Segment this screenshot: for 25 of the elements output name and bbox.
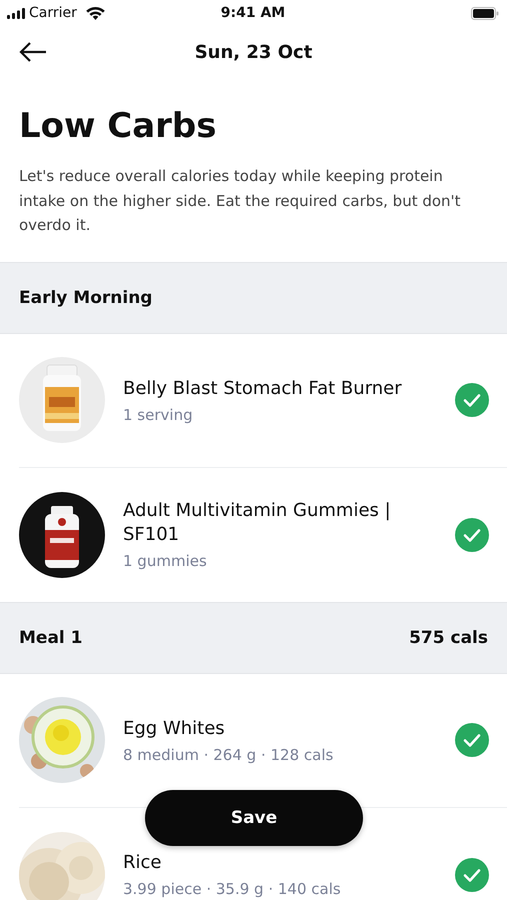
section-calories: 575 cals xyxy=(409,628,488,648)
item-details: 1 serving xyxy=(123,406,193,424)
carrier-name: Carrier xyxy=(29,5,77,21)
checkmark-icon[interactable] xyxy=(455,858,489,892)
battery-icon xyxy=(471,6,499,20)
plan-title: Low Carbs xyxy=(19,106,218,146)
section-title: Meal 1 xyxy=(19,628,82,648)
save-button[interactable]: Save xyxy=(145,790,363,846)
item-name: Adult Multivitamin Gummies | SF101 xyxy=(123,499,392,547)
item-details: 3.99 piece · 35.9 g · 140 cals xyxy=(123,880,341,898)
item-details: 1 gummies xyxy=(123,552,207,570)
plan-description: Let's reduce overall calories today while keeping protein intake on the higher side. Eat the required carbs, but don't overdo it. xyxy=(19,166,462,236)
item-details: 8 medium · 264 g · 128 cals xyxy=(123,746,334,764)
item-name: Rice xyxy=(123,851,162,875)
section-title: Early Morning xyxy=(19,288,152,308)
item-name: Belly Blast Stomach Fat Burner xyxy=(123,376,402,400)
signal-icon xyxy=(7,8,25,18)
wifi-icon xyxy=(86,6,105,20)
checkmark-icon[interactable] xyxy=(455,383,489,417)
date-title: Sun, 23 Oct xyxy=(194,42,312,62)
status-time: 9:41 AM xyxy=(220,5,286,21)
item-name: Egg Whites xyxy=(123,716,225,740)
back-arrow-icon[interactable] xyxy=(19,42,47,62)
checkmark-icon[interactable] xyxy=(455,723,489,757)
checkmark-icon[interactable] xyxy=(455,518,489,552)
